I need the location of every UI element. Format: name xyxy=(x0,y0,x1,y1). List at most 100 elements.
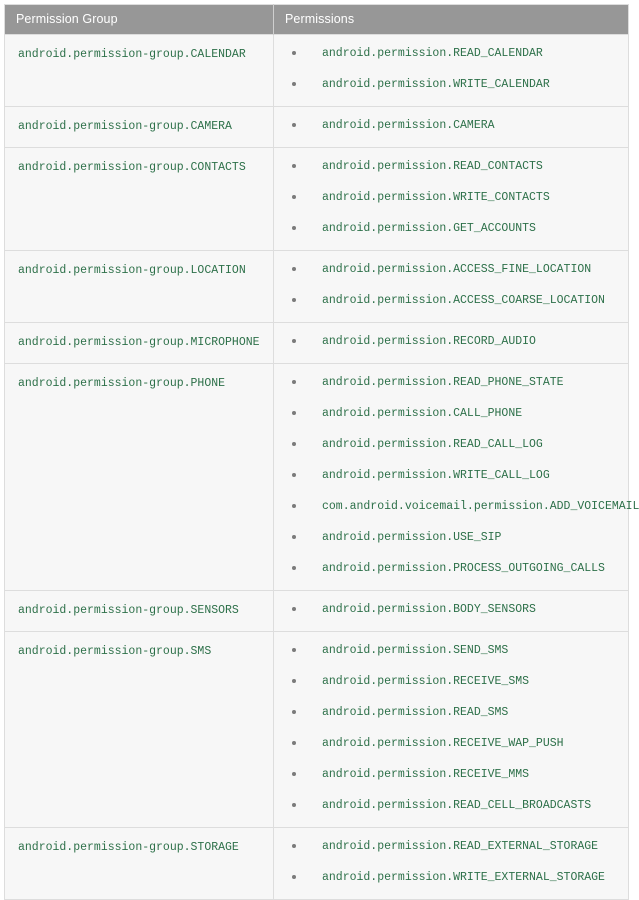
permissions-cell: android.permission.RECORD_AUDIO xyxy=(273,322,629,364)
list-item: android.permission.USE_SIP xyxy=(274,522,622,553)
permission-group-cell: android.permission-group.CAMERA xyxy=(4,106,274,148)
table-body: android.permission-group.CALENDAR android… xyxy=(4,34,639,900)
permission-name: android.permission.BODY_SENSORS xyxy=(322,603,536,616)
bullet-icon xyxy=(292,51,296,55)
list-item: android.permission.ACCESS_FINE_LOCATION xyxy=(274,254,622,285)
bullet-icon xyxy=(292,566,296,570)
table-row: android.permission-group.CALENDAR android… xyxy=(4,34,629,107)
list-item: android.permission.WRITE_CALL_LOG xyxy=(274,460,622,491)
permissions-list: android.permission.BODY_SENSORS xyxy=(274,594,622,625)
permission-group-name: android.permission-group.MICROPHONE xyxy=(18,336,260,349)
bullet-icon xyxy=(292,710,296,714)
permission-name: android.permission.RECORD_AUDIO xyxy=(322,335,536,348)
list-item: android.permission.SEND_SMS xyxy=(274,635,622,666)
permission-group-cell: android.permission-group.CALENDAR xyxy=(4,34,274,107)
permissions-list: android.permission.ACCESS_FINE_LOCATIONa… xyxy=(274,254,622,316)
permissions-list: android.permission.RECORD_AUDIO xyxy=(274,326,622,357)
permission-name: android.permission.CAMERA xyxy=(322,119,495,132)
permission-name: android.permission.CALL_PHONE xyxy=(322,407,523,420)
bullet-icon xyxy=(292,607,296,611)
permission-name: android.permission.READ_CONTACTS xyxy=(322,160,543,173)
bullet-icon xyxy=(292,226,296,230)
permissions-list: android.permission.SEND_SMS android.permi… xyxy=(274,635,622,821)
bullet-icon xyxy=(292,504,296,508)
list-item: android.permission.GET_ACCOUNTS xyxy=(274,213,622,244)
bullet-icon xyxy=(292,298,296,302)
permission-name: android.permission.RECEIVE_SMS xyxy=(322,675,530,688)
list-item: android.permission.CAMERA xyxy=(274,110,622,141)
permission-group-cell: android.permission-group.SENSORS xyxy=(4,590,274,632)
permissions-cell: android.permission.SEND_SMS android.permi… xyxy=(273,631,629,828)
permissions-list: android.permission.READ_EXTERNAL_STORAGE… xyxy=(274,831,622,893)
permissions-list: android.permission.READ_PHONE_STATEandro… xyxy=(274,367,639,584)
permission-group-name: android.permission-group.PHONE xyxy=(18,377,226,390)
permission-group-cell: android.permission-group.CONTACTS xyxy=(4,147,274,251)
table-row: android.permission-group.SMS android.perm… xyxy=(4,631,629,828)
bullet-icon xyxy=(292,648,296,652)
permissions-list: android.permission.READ_CONTACTS android.… xyxy=(274,151,622,244)
permissions-cell: android.permission.CAMERA xyxy=(273,106,629,148)
permission-name: android.permission.READ_SMS xyxy=(322,706,509,719)
bullet-icon xyxy=(292,411,296,415)
bullet-icon xyxy=(292,442,296,446)
list-item: android.permission.READ_PHONE_STATE xyxy=(274,367,622,398)
list-item: android.permission.WRITE_CALENDAR xyxy=(274,69,622,100)
bullet-icon xyxy=(292,772,296,776)
table-row: android.permission-group.STORAGE android.… xyxy=(4,827,629,900)
permission-name: android.permission.ACCESS_FINE_LOCATION xyxy=(322,263,592,276)
permission-name: com.android.voicemail.permission.ADD_VOI… xyxy=(322,500,639,513)
permission-name: android.permission.RECEIVE_MMS xyxy=(322,768,530,781)
permissions-cell: android.permission.ACCESS_FINE_LOCATIONa… xyxy=(273,250,629,323)
permission-group-name: android.permission-group.CAMERA xyxy=(18,120,232,133)
permissions-cell: android.permission.READ_PHONE_STATEandro… xyxy=(273,363,639,591)
permission-group-name: android.permission-group.CALENDAR xyxy=(18,48,246,61)
list-item: android.permission.CALL_PHONE xyxy=(274,398,622,429)
permission-group-cell: android.permission-group.LOCATION xyxy=(4,250,274,323)
permission-name: android.permission.WRITE_CONTACTS xyxy=(322,191,550,204)
permission-name: android.permission.PROCESS_OUTGOING_CALL… xyxy=(322,562,605,575)
permission-group-name: android.permission-group.LOCATION xyxy=(18,264,246,277)
column-header-permission-group: Permission Group xyxy=(4,4,274,35)
list-item: android.permission.RECEIVE_WAP_PUSH xyxy=(274,728,622,759)
table-row: android.permission-group.CAMERA android.p… xyxy=(4,106,629,148)
list-item: android.permission.RECORD_AUDIO xyxy=(274,326,622,357)
list-item: android.permission.BODY_SENSORS xyxy=(274,594,622,625)
column-header-permissions: Permissions xyxy=(273,4,629,35)
permission-group-cell: android.permission-group.SMS xyxy=(4,631,274,828)
permission-name: android.permission.WRITE_EXTERNAL_STORAG… xyxy=(322,871,605,884)
permission-name: android.permission.READ_EXTERNAL_STORAGE xyxy=(322,840,599,853)
permissions-list: android.permission.READ_CALENDAR android.… xyxy=(274,38,622,100)
permission-name: android.permission.READ_PHONE_STATE xyxy=(322,376,564,389)
list-item: android.permission.WRITE_CONTACTS xyxy=(274,182,622,213)
permission-group-cell: android.permission-group.STORAGE xyxy=(4,827,274,900)
table-row: android.permission-group.MICROPHONE andro… xyxy=(4,322,629,364)
table-header: Permission Group Permissions xyxy=(4,4,629,35)
permission-name: android.permission.USE_SIP xyxy=(322,531,502,544)
list-item: android.permission.RECEIVE_SMS xyxy=(274,666,622,697)
list-item: android.permission.PROCESS_OUTGOING_CALL… xyxy=(274,553,622,584)
bullet-icon xyxy=(292,164,296,168)
table-row: android.permission-group.LOCATION android… xyxy=(4,250,629,323)
permission-name: android.permission.WRITE_CALENDAR xyxy=(322,78,550,91)
permissions-cell: android.permission.BODY_SENSORS xyxy=(273,590,629,632)
permissions-list: android.permission.CAMERA xyxy=(274,110,622,141)
permission-name: android.permission.READ_CELL_BROADCASTS xyxy=(322,799,592,812)
table-row: android.permission-group.PHONE android.pe… xyxy=(4,363,639,591)
permission-group-name: android.permission-group.STORAGE xyxy=(18,841,239,854)
bullet-icon xyxy=(292,339,296,343)
bullet-icon xyxy=(292,473,296,477)
list-item: android.permission.READ_EXTERNAL_STORAGE xyxy=(274,831,622,862)
bullet-icon xyxy=(292,535,296,539)
list-item: android.permission.ACCESS_COARSE_LOCATIO… xyxy=(274,285,622,316)
permission-name: android.permission.GET_ACCOUNTS xyxy=(322,222,536,235)
bullet-icon xyxy=(292,741,296,745)
list-item: com.android.voicemail.permission.ADD_VOI… xyxy=(274,491,639,522)
permission-groups-table: Permission Group Permissions android.per… xyxy=(4,4,639,900)
permission-name: android.permission.WRITE_CALL_LOG xyxy=(322,469,550,482)
list-item: android.permission.WRITE_EXTERNAL_STORAG… xyxy=(274,862,622,893)
table-header-row: Permission Group Permissions xyxy=(4,4,629,35)
permission-name: android.permission.ACCESS_COARSE_LOCATIO… xyxy=(322,294,605,307)
table-row: android.permission-group.SENSORS android.… xyxy=(4,590,629,632)
bullet-icon xyxy=(292,82,296,86)
permission-name: android.permission.READ_CALENDAR xyxy=(322,47,543,60)
